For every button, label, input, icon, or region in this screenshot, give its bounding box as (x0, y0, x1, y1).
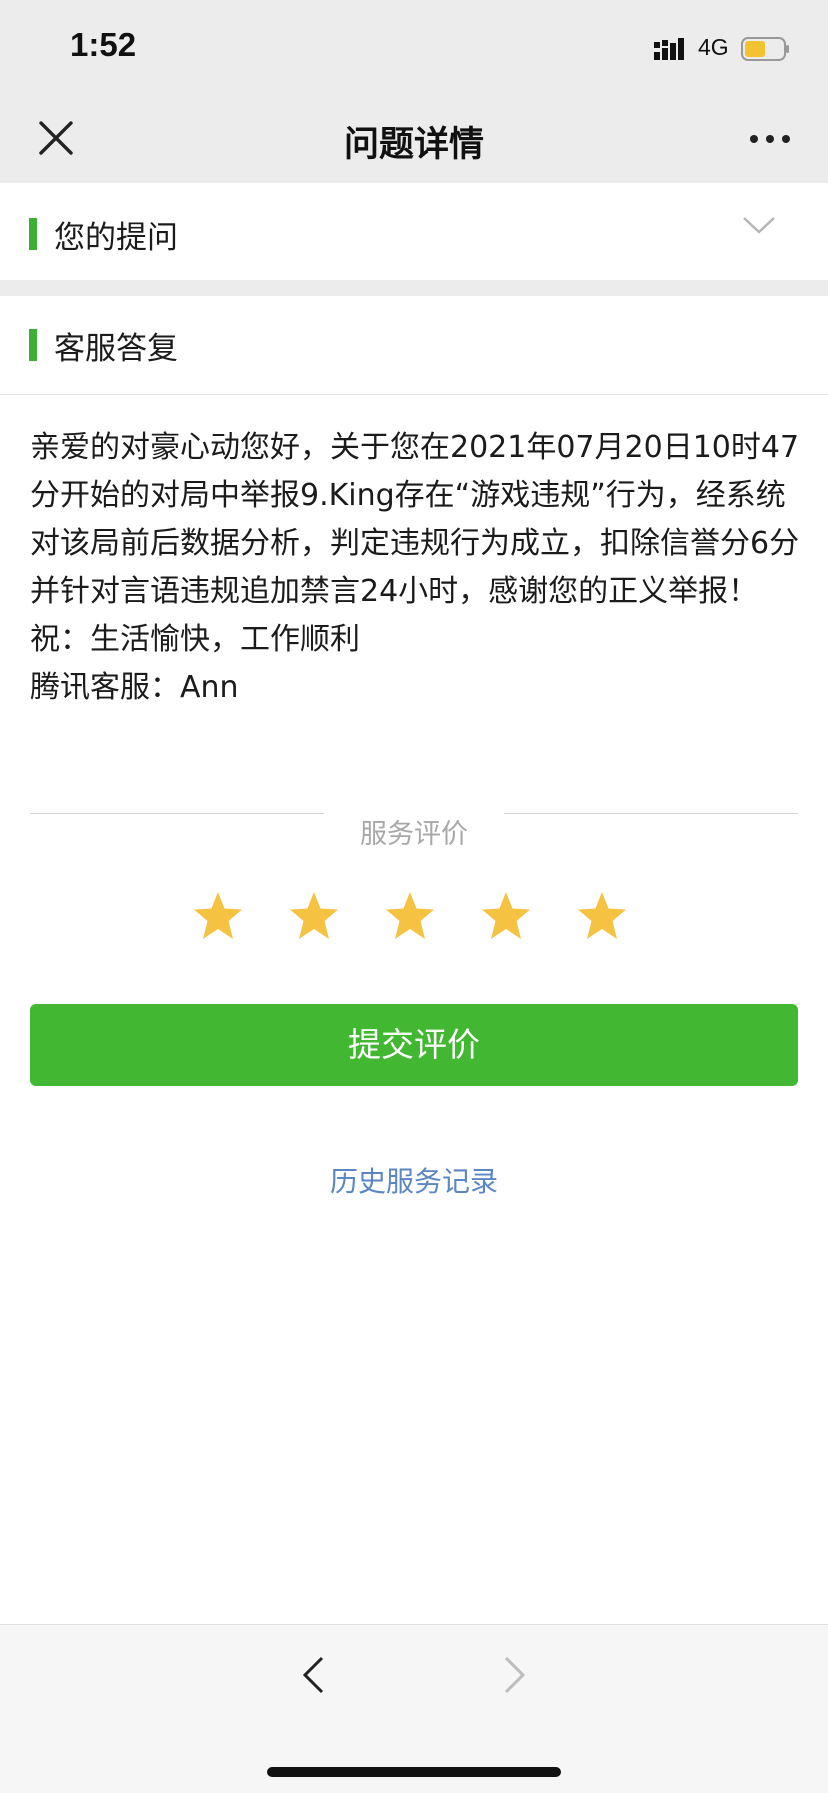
section-accent-bar (29, 329, 37, 361)
network-type: 4G (698, 34, 729, 60)
top-bar-area: 1:52 4G 问题详情 (0, 0, 828, 183)
status-time: 1:52 (70, 26, 137, 63)
section-accent-bar (29, 218, 37, 250)
signal-strength-icon (654, 38, 684, 60)
home-indicator (267, 1767, 561, 1777)
reply-message: 亲爱的对豪心动您好，关于您在2021年07月20日10时47分开始的对局中举报9… (30, 430, 800, 705)
battery-icon (741, 37, 789, 61)
star-icon[interactable] (192, 890, 244, 942)
chevron-down-icon[interactable] (742, 215, 776, 235)
forward-arrow-icon[interactable] (500, 1654, 530, 1696)
question-section[interactable]: 您的提问 (0, 183, 828, 280)
star-icon[interactable] (576, 890, 628, 942)
reply-section-label: 客服答复 (54, 331, 178, 367)
rating-label: 服务评价 (360, 819, 468, 850)
section-divider (0, 280, 828, 296)
more-icon[interactable] (748, 128, 792, 150)
page-title: 问题详情 (343, 125, 484, 165)
star-icon[interactable] (480, 890, 532, 942)
star-rating (192, 890, 642, 942)
back-arrow-icon[interactable] (298, 1654, 328, 1696)
star-icon[interactable] (384, 890, 436, 942)
reply-section: 客服答复 (0, 296, 828, 395)
question-section-label: 您的提问 (54, 220, 178, 256)
submit-rating-button[interactable]: 提交评价 (30, 1004, 798, 1086)
history-records-link[interactable]: 历史服务记录 (0, 1160, 828, 1200)
star-icon[interactable] (288, 890, 340, 942)
